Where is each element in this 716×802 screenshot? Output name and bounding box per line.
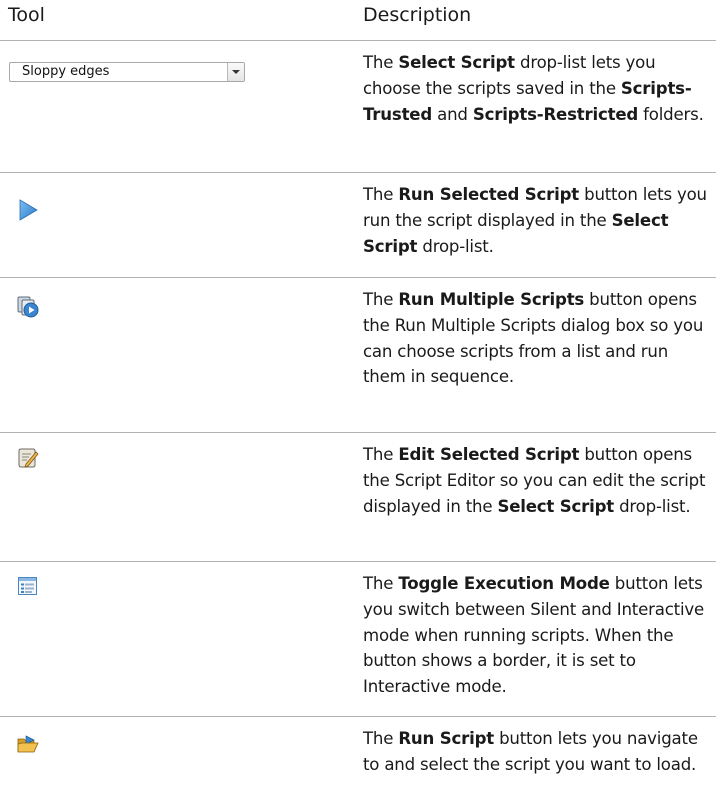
row-description: The Edit Selected Script button opens th… [363, 445, 706, 516]
row-description: The Run Script button lets you navigate … [363, 729, 698, 774]
chevron-down-icon [232, 70, 240, 74]
select-script-dropdown[interactable]: Sloppy edges [9, 62, 245, 82]
column-header-tool: Tool [8, 4, 45, 26]
open-folder-icon[interactable] [16, 732, 40, 756]
row-divider [0, 561, 716, 562]
play-triangle-icon[interactable] [16, 198, 40, 222]
row-description: The Select Script drop-list lets you cho… [363, 53, 704, 124]
row-divider [0, 277, 716, 278]
edit-script-icon[interactable] [16, 446, 40, 470]
row-divider [0, 716, 716, 717]
row-description: The Run Multiple Scripts button opens th… [363, 290, 704, 387]
execution-mode-icon[interactable] [16, 575, 40, 599]
row-description: The Toggle Execution Mode button lets yo… [363, 574, 704, 697]
dropdown-arrow-button[interactable] [227, 63, 244, 81]
select-script-value: Sloppy edges [22, 64, 110, 79]
row-divider [0, 172, 716, 173]
row-divider [0, 432, 716, 433]
multiple-scripts-icon[interactable] [16, 295, 40, 319]
column-header-description: Description [363, 4, 472, 26]
row-description: The Run Selected Script button lets you … [363, 185, 707, 256]
row-divider [0, 40, 716, 41]
